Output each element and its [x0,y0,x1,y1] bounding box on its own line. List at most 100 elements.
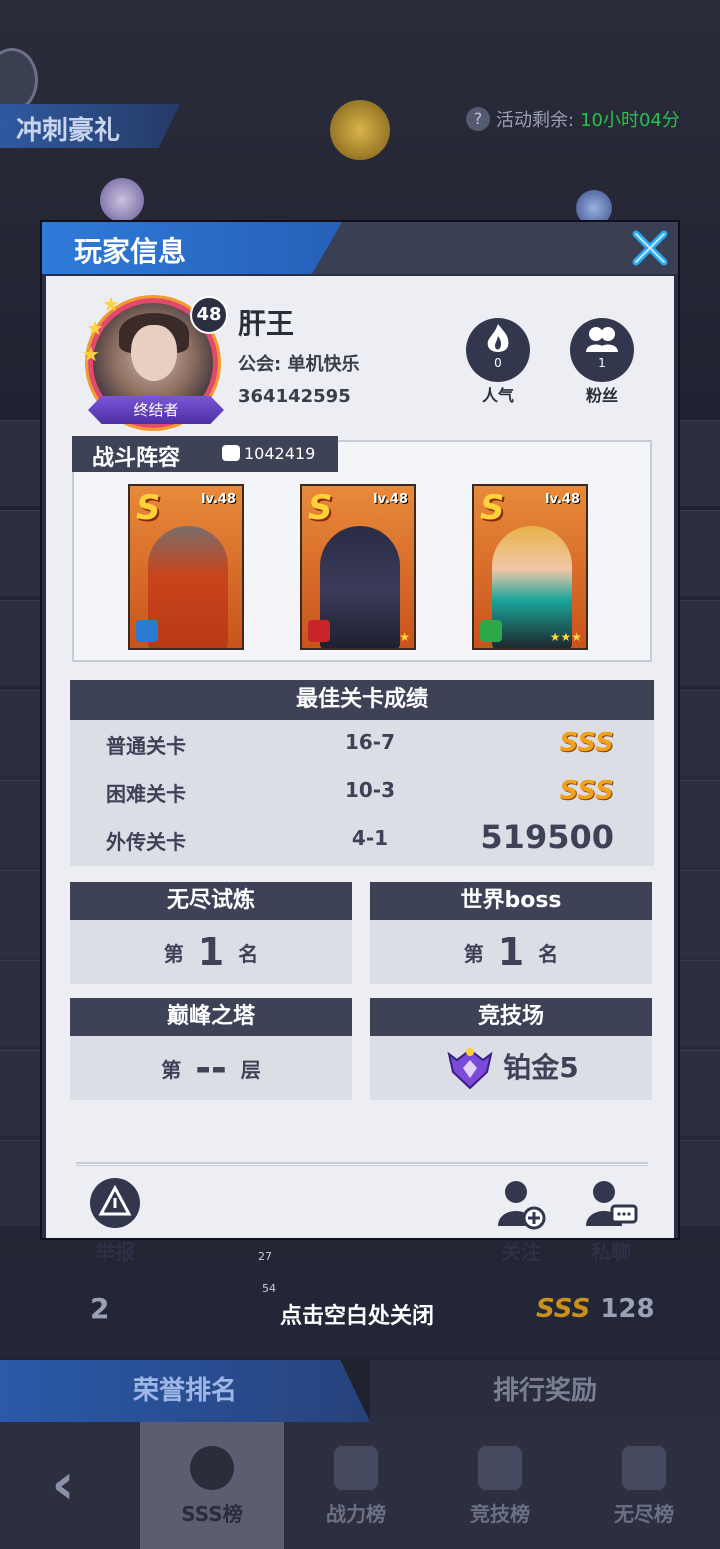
hero-level: lv.48 [373,492,408,507]
tap-to-close-hint[interactable]: 点击空白处关闭 [280,1298,434,1330]
ranking-tabs: 荣誉排名 排行奖励 [0,1360,720,1422]
crossed-swords-icon [478,1446,522,1490]
star-icon: ★ [82,342,100,366]
warning-icon [90,1178,140,1228]
avatar-level: 54 [262,1282,276,1295]
player-level-badge: 48 [190,296,228,334]
hero-level: lv.48 [201,492,236,507]
private-chat-button[interactable]: 私聊 [576,1176,646,1265]
back-button[interactable]: ‹ [28,1450,98,1520]
team-power-value: 1042419 [244,444,316,463]
arena-tier-icon [447,1048,493,1090]
faction-icon [480,620,502,642]
tab-honor-ranking[interactable]: 荣誉排名 [0,1360,370,1422]
star-icon: ★ [102,292,120,316]
follow-label: 关注 [501,1240,541,1264]
rank-1-medal-icon [330,100,390,160]
fans-value: 1 [598,356,606,370]
tab-ranking-rewards[interactable]: 排行奖励 [370,1360,720,1422]
star-icon: ★ [86,316,104,340]
player-info-dialog: 玩家信息 ★ ★ ★ 48 终结者 肝王 公会: 单机快乐 364142595 … [40,220,680,1264]
timer-label: 活动剩余: [496,110,575,131]
my-rank-row[interactable]: 2 27 54 点击空白处关闭 SSS 128 [0,1250,720,1358]
nav-sss-ranking[interactable]: SSS榜 [140,1422,284,1549]
bottom-nav: ‹ SSS榜 战力榜 竞技榜 无尽榜 [0,1422,720,1549]
table-row: 困难关卡 10-3 SSS [70,768,654,816]
rank-value: 1 [497,930,525,974]
stage-progress: 4-1 [351,826,389,850]
table-row: 外传关卡 4-1 519500 [70,816,654,864]
fist-icon [222,445,240,461]
stage-name: 普通关卡 [106,734,186,758]
event-timer: ? 活动剩余: 10小时04分 [466,106,680,132]
hero-card-2[interactable]: S lv.48 ★ [300,484,416,650]
report-button[interactable]: 举报 [80,1176,150,1265]
hero-rank: S [480,488,505,528]
player-id: 364142595 [238,386,351,407]
dialog-title: 玩家信息 [74,235,187,268]
arena-tier: 铂金5 [503,1051,579,1084]
floor-value: -- [195,1046,227,1090]
stage-result: SSS [559,776,614,806]
team-lineup-title: 战斗阵容 [92,446,181,471]
arena-title: 竞技场 [370,998,652,1036]
hero-stars: ★★★ [549,630,582,644]
fans-label: 粉丝 [585,386,618,405]
best-stage-title: 最佳关卡成绩 [70,680,654,720]
player-name: 肝王 [238,307,295,340]
table-row: 普通关卡 16-7 SSS [70,720,654,768]
follow-button[interactable]: 关注 [486,1176,556,1265]
stage-name: 困难关卡 [106,782,186,806]
divider [76,1162,648,1166]
add-friend-icon [498,1181,546,1230]
world-boss-title: 世界boss [370,882,652,920]
world-boss-rank: 第1名 [370,920,652,984]
avatar-level: 27 [258,1250,272,1263]
fans-icon [586,327,618,352]
nav-power-ranking[interactable]: 战力榜 [284,1422,428,1549]
event-title-banner: 冲刺豪礼 [0,104,180,148]
rank-2-medal-icon [100,178,144,222]
dialog-header: 玩家信息 [42,222,678,274]
hero-rank: S [136,488,161,528]
nav-arena-ranking[interactable]: 竞技榜 [428,1422,572,1549]
fans-button[interactable]: 1 [570,318,634,382]
hero-level: lv.48 [545,492,580,507]
medal-icon [190,1446,234,1490]
faction-icon [136,620,158,642]
peak-tower-title: 巅峰之塔 [70,998,352,1036]
dialog-body: ★ ★ ★ 48 终结者 肝王 公会: 单机快乐 364142595 0 人气 … [46,276,674,1264]
report-label: 举报 [95,1240,135,1264]
tower-icon [622,1446,666,1490]
stage-score: 519500 [480,818,614,856]
stage-name: 外传关卡 [106,830,186,854]
flame-icon [487,324,509,352]
hero-card-3[interactable]: S lv.48 ★★★ [472,484,588,650]
faction-icon [308,620,330,642]
popularity-button[interactable]: 0 [466,318,530,382]
chat-icon [586,1181,638,1226]
best-stage-table: 普通关卡 16-7 SSS 困难关卡 10-3 SSS 外传关卡 4-1 519… [70,720,654,866]
team-power: 1042419 [222,444,315,463]
popularity-label: 人气 [481,386,514,405]
stage-progress: 16-7 [344,730,396,754]
team-lineup-header: 战斗阵容 1042419 [72,436,338,472]
close-icon[interactable] [630,228,670,268]
rank-value: 1 [197,930,225,974]
nav-endless-ranking[interactable]: 无尽榜 [572,1422,716,1549]
event-title: 冲刺豪礼 [16,116,121,146]
fist-icon [334,1446,378,1490]
private-chat-label: 私聊 [591,1240,631,1264]
player-title-tag: 终结者 [88,396,224,424]
stage-result: SSS [559,728,614,758]
help-icon[interactable]: ? [466,107,490,131]
endless-trial-title: 无尽试炼 [70,882,352,920]
endless-trial-rank: 第1名 [70,920,352,984]
timer-value: 10小时04分 [580,110,680,131]
stage-progress: 10-3 [344,778,396,802]
hero-stars: ★ [399,630,410,644]
arena-rank: 铂金5 [370,1036,652,1100]
my-score: SSS 128 [536,1294,655,1324]
hero-card-1[interactable]: S lv.48 [128,484,244,650]
player-guild: 公会: 单机快乐 [238,354,360,375]
